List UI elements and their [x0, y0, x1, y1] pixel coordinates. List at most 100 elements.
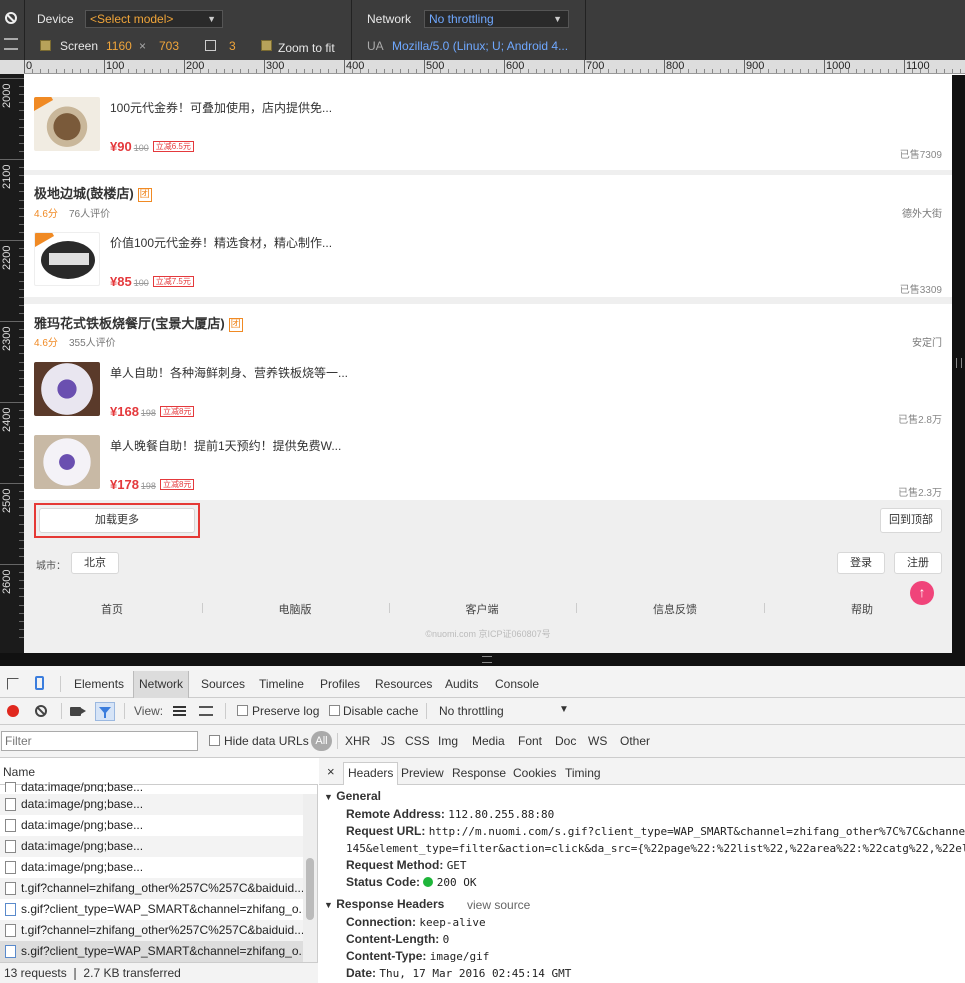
type-all[interactable]: All — [311, 731, 332, 751]
screen-height-input[interactable]: 703 — [159, 39, 179, 53]
request-row[interactable]: data:image/png;base... — [0, 794, 303, 815]
throttle-select[interactable]: No throttling — [439, 704, 504, 718]
request-row[interactable]: data:image/png;base... — [0, 782, 303, 792]
deal-item[interactable]: 100元代金券！可叠加使用，店内提供免... ¥90 100 立减6.5元 已售73… — [24, 97, 952, 170]
tab-sources[interactable]: Sources — [196, 671, 250, 698]
scrollbar-thumb[interactable] — [306, 858, 314, 920]
ruler-minor-tick — [624, 69, 625, 73]
video-camera-icon[interactable] — [70, 707, 86, 716]
ruler-minor-tick — [224, 69, 225, 73]
deal-item[interactable]: 单人自助！各种海鲜刺身、营养铁板烧等一... ¥168 198 立减8元 已售2.8… — [24, 362, 952, 435]
filter-input[interactable] — [1, 731, 198, 751]
type-css[interactable]: CSS — [405, 734, 430, 748]
ruler-minor-tick — [464, 69, 465, 73]
request-row[interactable]: s.gif?client_type=WAP_SMART&channel=zhif… — [0, 899, 303, 920]
screen-checkbox[interactable] — [40, 40, 51, 51]
record-icon[interactable] — [7, 705, 19, 717]
hide-data-urls-checkbox[interactable] — [209, 735, 220, 746]
type-ws[interactable]: WS — [588, 734, 607, 748]
discount-badge: 立减7.5元 — [152, 276, 194, 287]
tab-preview[interactable]: Preview — [401, 766, 444, 780]
ruler-minor-tick — [952, 69, 953, 73]
tab-network[interactable]: Network — [133, 671, 190, 698]
viewport-bottom-handle[interactable] — [0, 653, 965, 666]
triangle-down-icon: ▼ — [324, 900, 333, 910]
tab-timeline[interactable]: Timeline — [254, 671, 309, 698]
tab-console[interactable]: Console — [490, 671, 544, 698]
tab-timing[interactable]: Timing — [565, 766, 601, 780]
ruler-minor-tick — [576, 69, 577, 73]
header-value: image/gif — [429, 950, 490, 963]
deal-item[interactable]: 价值100元代金券！精选食材，精心制作... ¥85 100 立减7.5元 已售33… — [24, 232, 952, 305]
type-font[interactable]: Font — [518, 734, 542, 748]
header-row: Content-Type: image/gif — [346, 949, 489, 963]
ruler-label: 500 — [426, 60, 445, 72]
type-img[interactable]: Img — [438, 734, 458, 748]
shop-card[interactable]: 雅玛花式铁板烧餐厅(宝景大厦店) 团 4.6分 355人评价 安定门 单人自助！各… — [24, 304, 952, 500]
request-row[interactable]: t.gif?channel=zhifang_other%257C%257C&ba… — [0, 920, 303, 941]
swap-dimensions-icon[interactable] — [205, 40, 216, 51]
nav-desktop[interactable]: 电脑版 — [235, 601, 355, 617]
deal-thumbnail — [34, 362, 100, 416]
type-other[interactable]: Other — [620, 734, 650, 748]
login-button[interactable]: 登录 — [837, 552, 885, 574]
preserve-log-checkbox[interactable] — [237, 705, 248, 716]
tab-resources[interactable]: Resources — [370, 671, 437, 698]
nav-client[interactable]: 客户端 — [422, 601, 542, 617]
request-row[interactable]: data:image/png;base... — [0, 857, 303, 878]
arrow-up-icon[interactable]: ↑ — [910, 581, 934, 605]
request-row[interactable]: data:image/png;base... — [0, 836, 303, 857]
waterfall-view-icon[interactable] — [199, 706, 213, 716]
filter-icon[interactable] — [95, 702, 115, 721]
load-more-button[interactable]: 加载更多 — [39, 508, 195, 533]
ruler-minor-tick — [120, 69, 121, 73]
request-row-selected[interactable]: s.gif?client_type=WAP_SMART&channel=zhif… — [0, 941, 303, 962]
disable-cache-checkbox[interactable] — [329, 705, 340, 716]
request-row[interactable]: t.gif?channel=zhifang_other%257C%257C&ba… — [0, 878, 303, 899]
inspect-icon[interactable] — [7, 678, 19, 690]
tab-profiles[interactable]: Profiles — [315, 671, 365, 698]
view-source-link[interactable]: view source — [467, 898, 530, 912]
tab-headers[interactable]: Headers — [343, 762, 399, 785]
nav-help[interactable]: 帮助 — [802, 601, 922, 617]
zoom-to-fit-checkbox[interactable] — [261, 40, 272, 51]
discount-badge: 立减8元 — [159, 406, 195, 417]
list-scrollbar[interactable] — [303, 794, 317, 962]
tab-elements[interactable]: Elements — [69, 671, 129, 698]
nav-feedback[interactable]: 信息反馈 — [615, 601, 735, 617]
shop-card[interactable]: 极地边城(鼓楼店) 团 4.6分 76人评价 德外大街 价值100元代金券！精选食… — [24, 175, 952, 297]
device-pixel-ratio-input[interactable]: 3 — [229, 39, 236, 53]
screen-width-input[interactable]: 1160 — [106, 39, 132, 53]
chevron-down-icon[interactable]: ▼ — [559, 704, 569, 715]
tab-response[interactable]: Response — [452, 766, 506, 780]
no-entry-icon[interactable] — [5, 12, 17, 24]
network-select[interactable]: No throttling ▼ — [424, 10, 569, 28]
device-select[interactable]: <Select model> ▼ — [85, 10, 223, 28]
close-icon[interactable]: × — [327, 764, 335, 779]
nav-home[interactable]: 首页 — [52, 601, 172, 617]
register-button[interactable]: 注册 — [894, 552, 942, 574]
city-button[interactable]: 北京 — [71, 552, 119, 574]
type-js[interactable]: JS — [381, 734, 395, 748]
ruler-minor-tick — [784, 69, 785, 73]
shop-name[interactable]: 雅玛花式铁板烧餐厅(宝景大厦店) 团 — [34, 313, 243, 332]
list-view-icon[interactable] — [173, 706, 186, 716]
name-column-header[interactable]: Name — [3, 765, 35, 779]
tab-cookies[interactable]: Cookies — [513, 766, 556, 780]
tab-audits[interactable]: Audits — [440, 671, 483, 698]
request-row[interactable]: data:image/png;base... — [0, 815, 303, 836]
clear-icon[interactable] — [35, 705, 47, 717]
type-xhr[interactable]: XHR — [345, 734, 370, 748]
ua-input[interactable]: Mozilla/5.0 (Linux; U; Android 4... — [392, 39, 568, 53]
screen-label: Screen — [60, 39, 99, 53]
back-to-top-button[interactable]: 回到顶部 — [880, 508, 942, 533]
shop-name[interactable]: 极地边城(鼓楼店) 团 — [34, 183, 152, 202]
viewport-resize-handle[interactable] — [952, 75, 965, 653]
deal-item[interactable]: 单人晚餐自助！提前1天预约！提供免费W... ¥178 198 立减8元 已售2.3… — [24, 435, 952, 508]
device-mode-icon[interactable] — [35, 676, 44, 690]
emulation-menu-icon[interactable] — [4, 38, 18, 50]
type-doc[interactable]: Doc — [555, 734, 576, 748]
general-section-header[interactable]: ▼ General — [324, 789, 381, 803]
type-media[interactable]: Media — [472, 734, 505, 748]
response-headers-section-header[interactable]: ▼ Response Headers — [324, 897, 444, 911]
